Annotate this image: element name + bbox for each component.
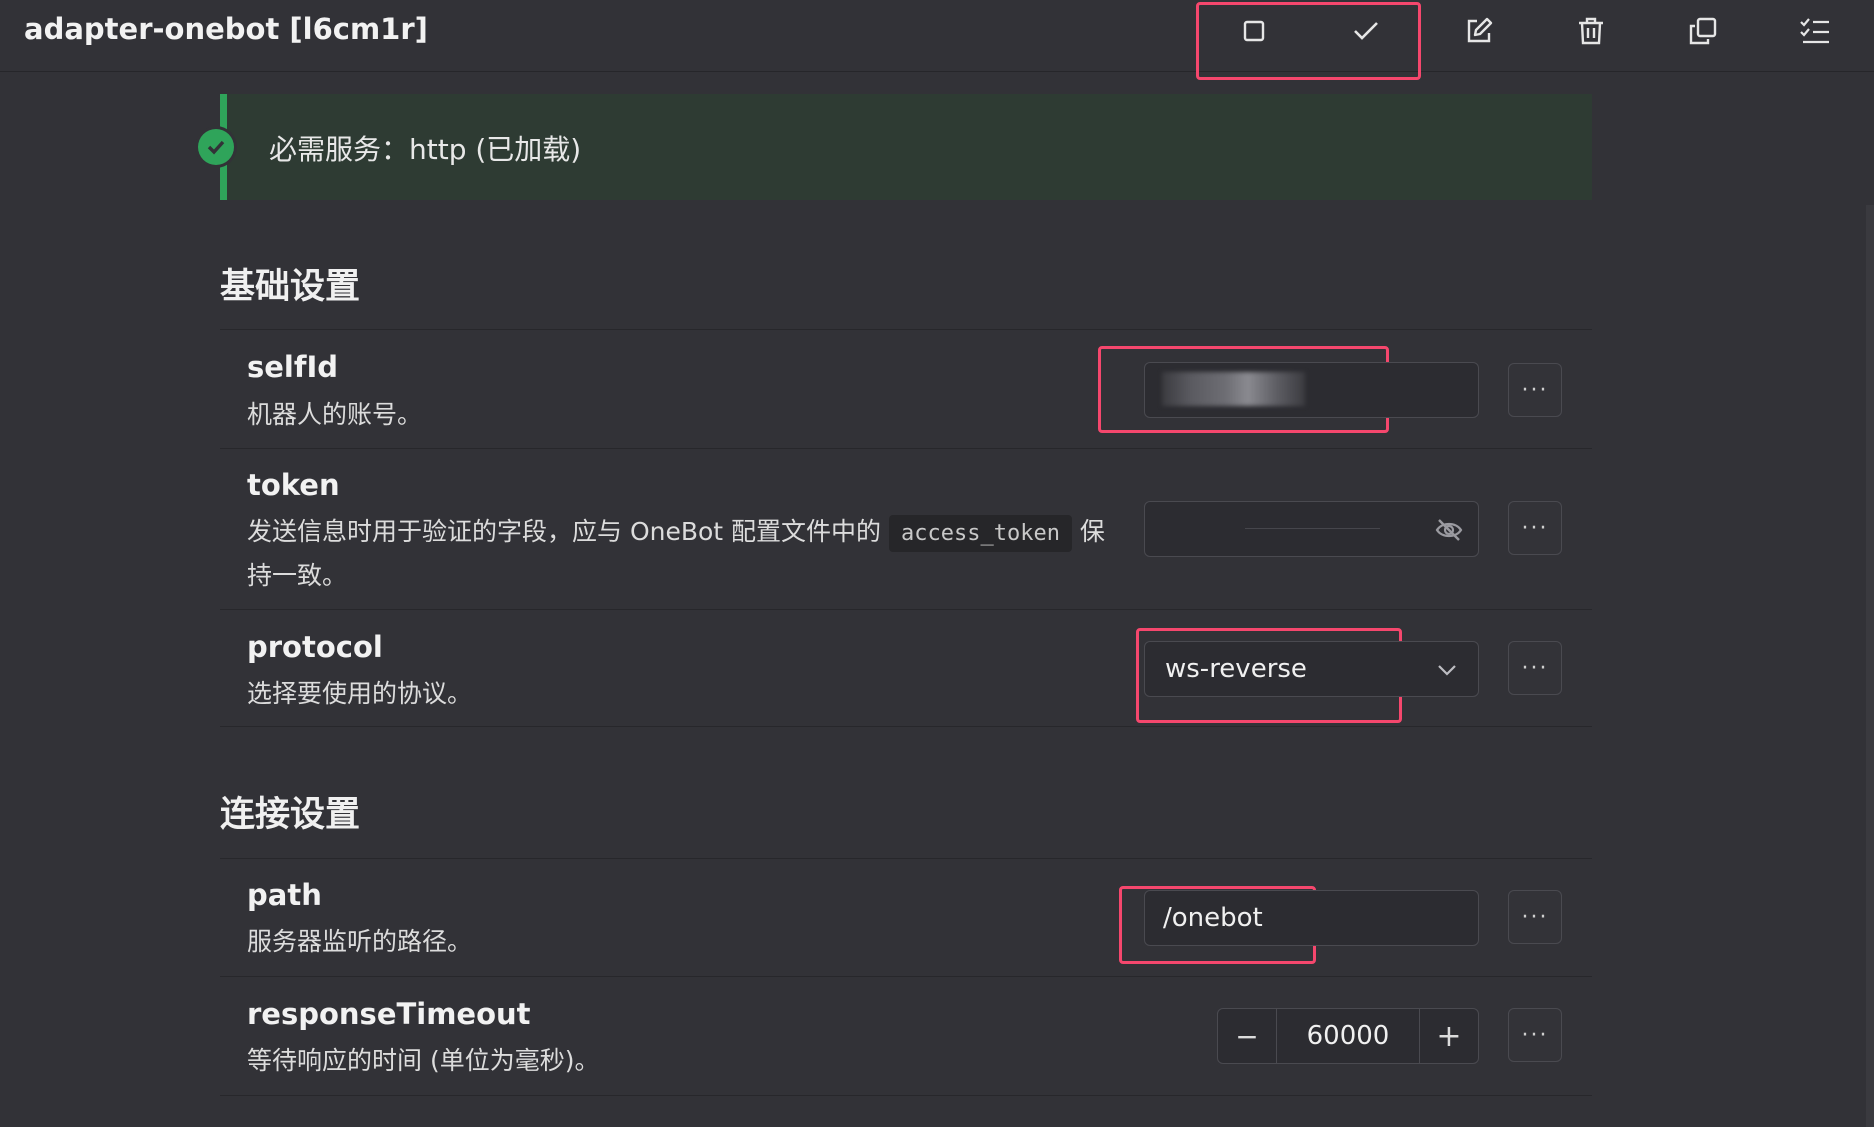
item-name-selfid: selfId bbox=[247, 350, 339, 384]
stop-button[interactable] bbox=[1232, 9, 1276, 53]
item-name-responsetimeout: responseTimeout bbox=[247, 997, 531, 1031]
confirm-button[interactable] bbox=[1344, 9, 1388, 53]
token-desc-text: 发送信息时用于验证的字段，应与 OneBot 配置文件中的 bbox=[247, 517, 882, 546]
item-desc-protocol: 选择要使用的协议。 bbox=[247, 679, 473, 708]
timeout-value[interactable]: 60000 bbox=[1277, 1009, 1419, 1063]
square-icon bbox=[1243, 20, 1265, 42]
copy-icon bbox=[1689, 17, 1717, 45]
checklist-icon bbox=[1800, 18, 1829, 44]
edit-icon bbox=[1467, 17, 1493, 43]
selfid-more-button[interactable]: ··· bbox=[1508, 363, 1562, 417]
timeout-stepper: − 60000 + bbox=[1217, 1008, 1479, 1064]
increment-button[interactable]: + bbox=[1419, 1009, 1478, 1063]
eye-off-icon[interactable] bbox=[1435, 516, 1463, 544]
trash-icon bbox=[1579, 17, 1603, 45]
decrement-button[interactable]: − bbox=[1218, 1009, 1277, 1063]
path-input-value: /onebot bbox=[1163, 903, 1263, 933]
item-desc-selfid: 机器人的账号。 bbox=[247, 400, 423, 429]
item-name-path: path bbox=[247, 878, 322, 912]
section-title-basic: 基础设置 bbox=[220, 267, 361, 307]
scrollbar[interactable] bbox=[1866, 205, 1874, 1127]
token-desc-tail: 保 bbox=[1079, 517, 1105, 546]
divider bbox=[220, 609, 1592, 610]
copy-button[interactable] bbox=[1681, 9, 1725, 53]
item-name-protocol: protocol bbox=[247, 630, 383, 664]
protocol-more-button[interactable]: ··· bbox=[1508, 641, 1562, 695]
divider bbox=[220, 329, 1592, 330]
divider bbox=[220, 976, 1592, 977]
item-desc-responsetimeout: 等待响应的时间 (单位为毫秒)。 bbox=[247, 1046, 600, 1075]
item-name-token: token bbox=[247, 468, 340, 502]
divider bbox=[220, 448, 1592, 449]
path-input[interactable]: /onebot bbox=[1144, 890, 1479, 946]
timeout-more-button[interactable]: ··· bbox=[1508, 1008, 1562, 1062]
token-input[interactable] bbox=[1144, 501, 1479, 557]
divider bbox=[220, 858, 1592, 859]
section-title-connection: 连接设置 bbox=[220, 795, 361, 835]
top-bar: adapter-onebot [l6cm1r] bbox=[0, 0, 1874, 72]
page-title: adapter-onebot [l6cm1r] bbox=[24, 12, 428, 46]
item-desc-path: 服务器监听的路径。 bbox=[247, 927, 473, 956]
check-circle-icon bbox=[198, 129, 234, 165]
divider bbox=[220, 1095, 1592, 1096]
divider bbox=[220, 726, 1592, 727]
service-status-text: 必需服务：http (已加载) bbox=[269, 133, 582, 166]
edit-button[interactable] bbox=[1457, 9, 1501, 53]
protocol-select[interactable]: ws-reverse bbox=[1144, 641, 1479, 697]
password-mask-line bbox=[1245, 528, 1380, 529]
redacted-value bbox=[1162, 372, 1305, 406]
check-icon bbox=[1354, 22, 1378, 40]
item-desc-token: 发送信息时用于验证的字段，应与 OneBot 配置文件中的 access_tok… bbox=[247, 511, 1127, 597]
service-status-banner: 必需服务：http (已加载) bbox=[198, 94, 1592, 200]
chevron-down-icon bbox=[1438, 665, 1456, 676]
path-more-button[interactable]: ··· bbox=[1508, 890, 1562, 944]
protocol-select-value: ws-reverse bbox=[1165, 654, 1307, 684]
access-token-code: access_token bbox=[889, 515, 1072, 552]
token-more-button[interactable]: ··· bbox=[1508, 501, 1562, 555]
delete-button[interactable] bbox=[1569, 9, 1613, 53]
token-desc-line2: 持一致。 bbox=[247, 561, 348, 590]
checklist-button[interactable] bbox=[1793, 9, 1837, 53]
